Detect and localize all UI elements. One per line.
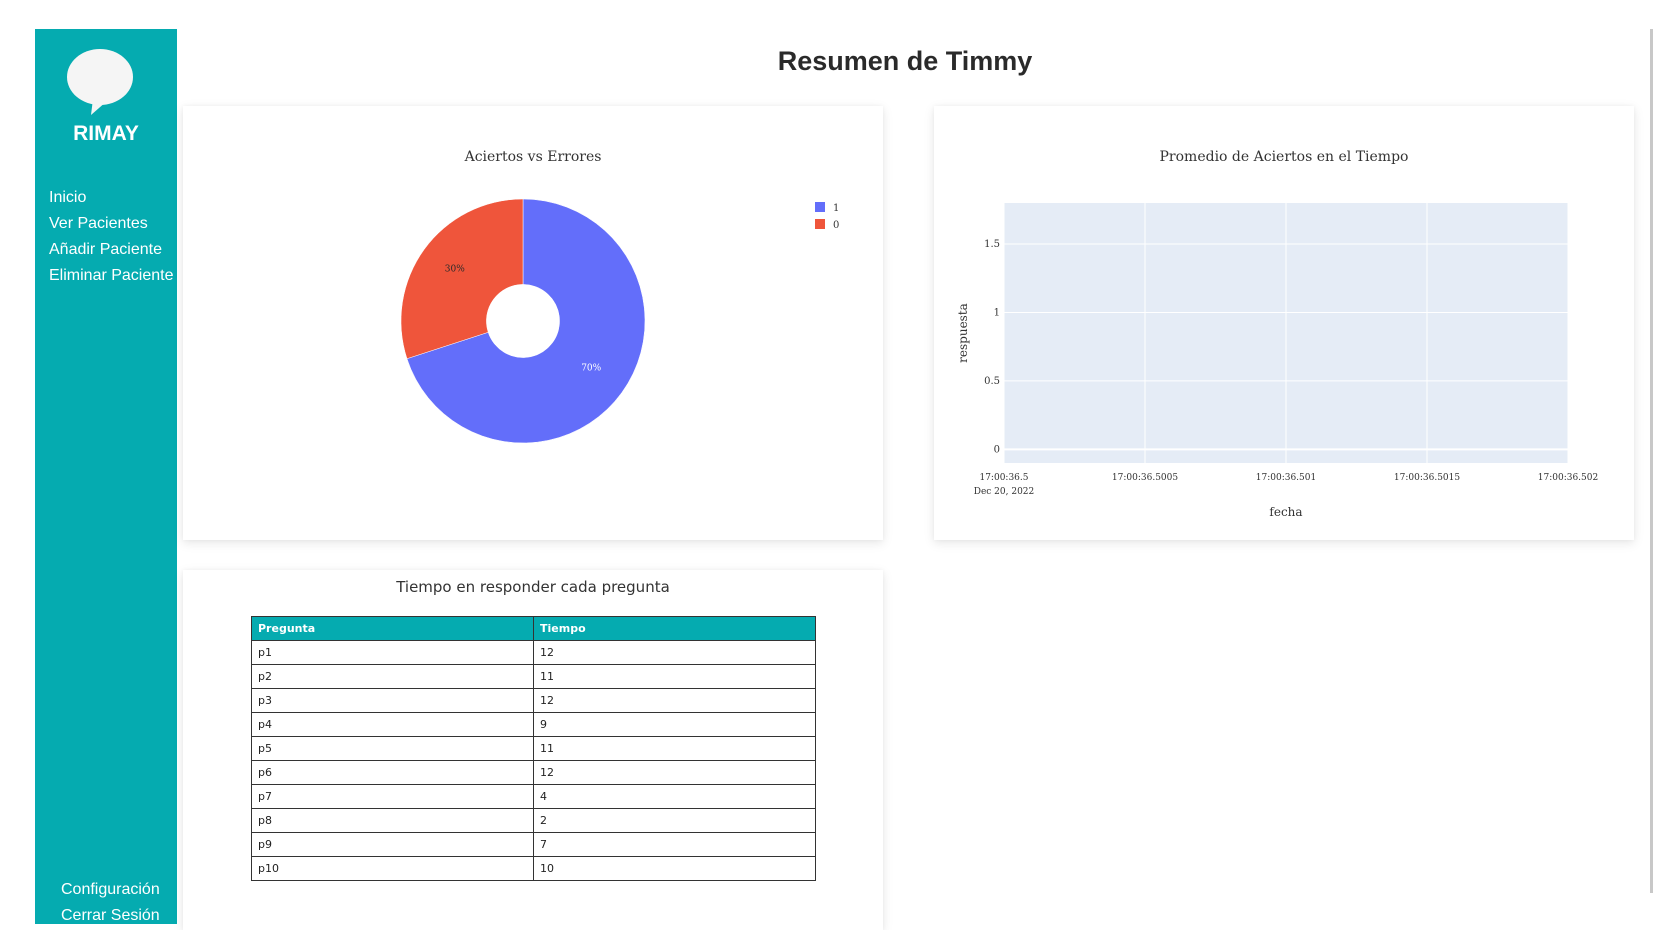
table-cell: 11 xyxy=(533,664,816,689)
table-header-row: Pregunta Tiempo xyxy=(251,616,816,641)
column-header-tiempo: Tiempo xyxy=(533,616,816,641)
table-cell: p4 xyxy=(251,712,534,737)
y-tick-label: 1 xyxy=(994,307,1000,318)
table-card: Tiempo en responder cada pregunta Pregun… xyxy=(183,570,883,930)
legend-label[interactable]: 1 xyxy=(833,203,839,214)
legend-swatch[interactable] xyxy=(815,202,825,212)
page-title: Resumen de Timmy xyxy=(777,46,1033,76)
table-cell: 2 xyxy=(533,808,816,833)
y-tick-label: 0.5 xyxy=(984,376,1000,387)
table-row: p5 11 xyxy=(251,736,816,761)
sidebar: RIMAY Inicio Ver Pacientes Añadir Paciente… xyxy=(35,29,177,924)
table-row: p3 12 xyxy=(251,688,816,713)
pie-legend: 10 xyxy=(815,202,839,231)
x-tick-label: 17:00:36.501 xyxy=(1256,473,1316,483)
x-tick-date-label: Dec 20, 2022 xyxy=(974,487,1035,497)
sidebar-nav: Inicio Ver Pacientes Añadir Paciente Elimin… xyxy=(49,185,174,289)
table-row: p6 12 xyxy=(251,760,816,785)
table-cell: p5 xyxy=(251,736,534,761)
line-chart: Promedio de Aciertos en el Tiempo 0 0.5 1 1… xyxy=(956,149,1598,519)
table-cell: p8 xyxy=(251,808,534,833)
table-row: p8 2 xyxy=(251,808,816,833)
line-chart-title: Promedio de Aciertos en el Tiempo xyxy=(1160,149,1409,165)
table-cell: p3 xyxy=(251,688,534,713)
x-tick-label: 17:00:36.5 xyxy=(979,473,1028,483)
table-cell: p2 xyxy=(251,664,534,689)
table-cell: p9 xyxy=(251,832,534,857)
table-title: Tiempo en responder cada pregunta xyxy=(396,578,670,596)
pie-chart-title: Aciertos vs Errores xyxy=(464,149,602,165)
x-tick-label: 17:00:36.5005 xyxy=(1112,473,1178,483)
sidebar-bottom-nav: Configuración Cerrar Sesión xyxy=(61,877,160,929)
pie-chart: Aciertos vs Errores 70%30% 10 xyxy=(400,149,839,444)
response-time-table: Pregunta Tiempo p1 12 p2 11 p3 12 p4 9 p5 11 p6 12 p7… xyxy=(251,616,816,881)
brand-name: RIMAY xyxy=(73,122,139,145)
table-cell: 12 xyxy=(533,688,816,713)
table-cell: p6 xyxy=(251,760,534,785)
table-row: p4 9 xyxy=(251,712,816,737)
x-axis-label: fecha xyxy=(1269,505,1302,519)
x-tick-label: 17:00:36.5015 xyxy=(1394,473,1460,483)
table-cell: p7 xyxy=(251,784,534,809)
sidebar-item-ver-pacientes[interactable]: Ver Pacientes xyxy=(49,211,174,237)
pie-slice-0[interactable] xyxy=(400,198,524,360)
column-header-pregunta: Pregunta xyxy=(251,616,534,641)
table-cell: 12 xyxy=(533,640,816,665)
y-tick-label: 0 xyxy=(994,444,1000,455)
y-axis-label: respuesta xyxy=(956,303,970,363)
table-cell: 9 xyxy=(533,712,816,737)
sidebar-item-configuraci-n[interactable]: Configuración xyxy=(61,877,160,903)
legend-swatch[interactable] xyxy=(815,219,825,229)
table-cell: 11 xyxy=(533,736,816,761)
table-row: p9 7 xyxy=(251,832,816,857)
table-cell: p1 xyxy=(251,640,534,665)
legend-label[interactable]: 0 xyxy=(833,220,839,231)
table-cell: 12 xyxy=(533,760,816,785)
line-chart-card: Promedio de Aciertos en el Tiempo 0 0.5 1 1… xyxy=(934,106,1634,540)
pie-slice-label: 70% xyxy=(581,364,601,374)
x-tick-label: 17:00:36.502 xyxy=(1538,473,1598,483)
table-cell: 10 xyxy=(533,856,816,881)
y-tick-label: 1.5 xyxy=(984,239,1000,250)
speech-bubble-icon xyxy=(67,49,133,115)
pie-chart-card: Aciertos vs Errores 70% 30% 10 xyxy=(183,106,883,540)
pie-slice-label: 30% xyxy=(445,264,465,274)
table-cell: 4 xyxy=(533,784,816,809)
table-row: p7 4 xyxy=(251,784,816,809)
sidebar-item-eliminar-paciente[interactable]: Eliminar Paciente xyxy=(49,263,174,289)
table-row: p10 10 xyxy=(251,856,816,881)
table-cell: 7 xyxy=(533,832,816,857)
sidebar-item-inicio[interactable]: Inicio xyxy=(49,185,174,211)
table-cell: p10 xyxy=(251,856,534,881)
sidebar-item-a-adir-paciente[interactable]: Añadir Paciente xyxy=(49,237,174,263)
table-row: p2 11 xyxy=(251,664,816,689)
sidebar-item-cerrar-sesi-n[interactable]: Cerrar Sesión xyxy=(61,903,160,929)
table-row: p1 12 xyxy=(251,640,816,665)
